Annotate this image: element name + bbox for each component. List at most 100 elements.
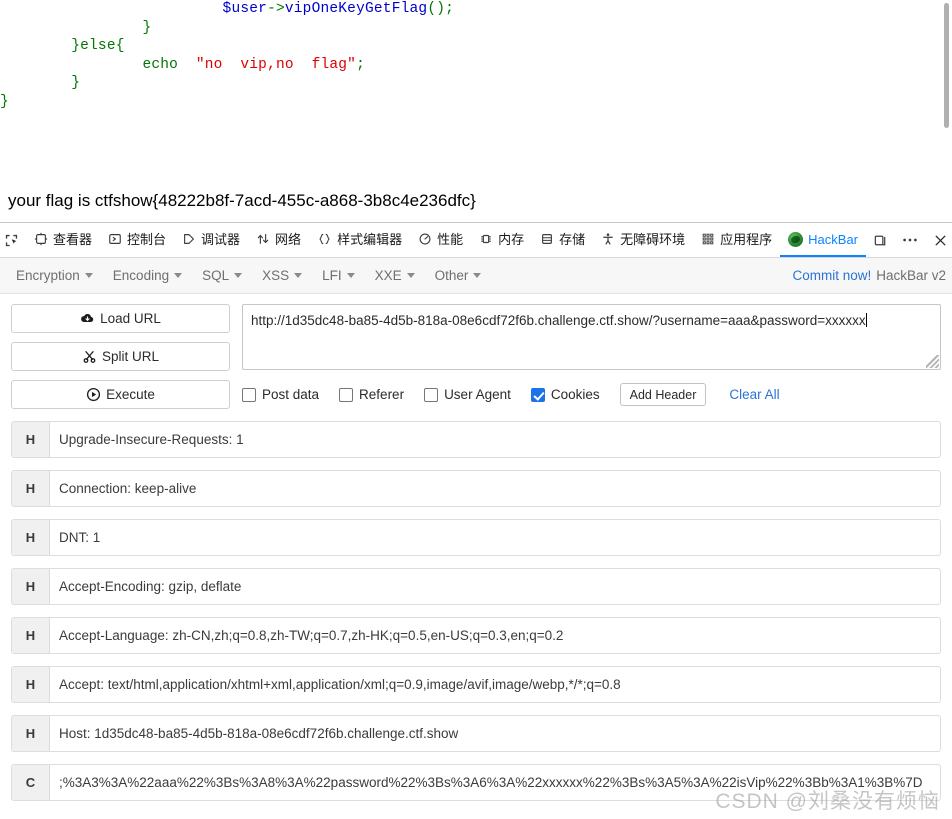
- request-header-row[interactable]: H Connection: keep-alive: [11, 470, 941, 507]
- cookies-checkbox[interactable]: Cookies: [530, 387, 600, 402]
- request-header-input[interactable]: ;%3A3%3A%22aaa%22%3Bs%3A8%3A%22password%…: [50, 765, 940, 800]
- dock-split-button[interactable]: [866, 223, 894, 257]
- menu-encryption-label: Encryption: [16, 268, 80, 283]
- code-line: $user->vipOneKeyGetFlag();: [222, 1, 455, 17]
- hackbar-action-buttons: Load URL Split URL Execute: [11, 304, 230, 409]
- menu-encoding[interactable]: Encoding: [103, 263, 192, 288]
- checkbox-box-icon: [242, 387, 256, 402]
- tab-application-label: 应用程序: [720, 231, 773, 247]
- request-header-input[interactable]: DNT: 1: [50, 520, 940, 555]
- debugger-icon: [182, 232, 196, 246]
- load-url-icon: [80, 312, 95, 325]
- post-data-checkbox[interactable]: Post data: [242, 387, 319, 402]
- tab-debugger[interactable]: 调试器: [174, 223, 248, 257]
- header-type-header-badge: H: [12, 618, 50, 653]
- element-picker-button[interactable]: [0, 223, 19, 257]
- execute-label: Execute: [106, 387, 155, 402]
- inspector-picker-icon: [4, 233, 19, 248]
- referer-checkbox[interactable]: Referer: [339, 387, 404, 402]
- hackbar-body: Load URL Split URL Execute http://1d35dc…: [0, 294, 952, 819]
- menu-encryption[interactable]: Encryption: [6, 263, 103, 288]
- tab-network-label: 网络: [275, 231, 302, 247]
- request-options-row: Post data Referer User Agent Cookies Add…: [242, 383, 941, 406]
- request-header-row[interactable]: H Host: 1d35dc48-ba85-4d5b-818a-08e6cdf72…: [11, 715, 941, 752]
- menu-sql-label: SQL: [202, 268, 230, 283]
- request-header-row[interactable]: H DNT: 1: [11, 519, 941, 556]
- post-data-label: Post data: [262, 387, 320, 402]
- menu-lfi[interactable]: LFI: [312, 263, 365, 288]
- meatball-menu-icon: [902, 237, 918, 243]
- tab-storage[interactable]: 存储: [532, 223, 593, 257]
- menu-xss[interactable]: XSS: [252, 263, 312, 288]
- request-header-row[interactable]: H Accept-Encoding: gzip, deflate: [11, 568, 941, 605]
- menu-xxe[interactable]: XXE: [365, 263, 425, 288]
- checkbox-checked-icon: [530, 387, 545, 402]
- request-header-input[interactable]: Accept-Language: zh-CN,zh;q=0.8,zh-TW;q=…: [50, 618, 940, 653]
- inspector-icon: [34, 232, 48, 246]
- menu-lfi-label: LFI: [322, 268, 342, 283]
- request-header-input[interactable]: Accept-Encoding: gzip, deflate: [50, 569, 940, 604]
- user-agent-checkbox[interactable]: User Agent: [424, 387, 511, 402]
- request-header-input[interactable]: Connection: keep-alive: [50, 471, 940, 506]
- tab-memory[interactable]: 内存: [471, 223, 532, 257]
- request-header-row[interactable]: C ;%3A3%3A%22aaa%22%3Bs%3A8%3A%22password…: [11, 764, 941, 801]
- url-input[interactable]: http://1d35dc48-ba85-4d5b-818a-08e6cdf72…: [242, 304, 941, 370]
- load-url-button[interactable]: Load URL: [11, 304, 230, 333]
- request-header-input[interactable]: Accept: text/html,application/xhtml+xml,…: [50, 667, 940, 702]
- chevron-down-icon: [234, 273, 243, 278]
- code-line: }: [142, 19, 152, 36]
- storage-icon: [540, 232, 554, 246]
- request-header-input[interactable]: Upgrade-Insecure-Requests: 1: [50, 422, 940, 457]
- tab-accessibility[interactable]: 无障碍环境: [593, 223, 693, 257]
- flag-output-text: your flag is ctfshow{48222b8f-7acd-455c-…: [8, 191, 476, 210]
- page-scrollbar[interactable]: [944, 3, 949, 128]
- request-header-row[interactable]: H Accept-Language: zh-CN,zh;q=0.8,zh-TW;q…: [11, 617, 941, 654]
- tab-network[interactable]: 网络: [248, 223, 309, 257]
- menu-xxe-label: XXE: [374, 268, 402, 283]
- code-line: }else{: [71, 38, 125, 54]
- tab-hackbar-label: HackBar: [808, 231, 859, 247]
- menu-sql[interactable]: SQL: [192, 263, 252, 288]
- chevron-down-icon: [84, 273, 93, 278]
- request-header-row[interactable]: H Accept: text/html,application/xhtml+xml…: [11, 666, 941, 703]
- accessibility-icon: [601, 232, 615, 246]
- commit-now-link[interactable]: Commit now!: [792, 268, 871, 283]
- execute-button[interactable]: Execute: [11, 380, 230, 409]
- checkbox-box-icon: [424, 387, 439, 402]
- user-agent-label: User Agent: [444, 387, 511, 402]
- devtools-toolbar-right: [866, 223, 952, 257]
- request-header-row[interactable]: H Upgrade-Insecure-Requests: 1: [11, 421, 941, 458]
- tab-performance-label: 性能: [437, 231, 464, 247]
- tab-inspector-label: 查看器: [53, 231, 93, 247]
- tab-application[interactable]: 应用程序: [693, 223, 780, 257]
- tab-console[interactable]: 控制台: [100, 223, 174, 257]
- header-type-cookie-badge: C: [12, 765, 50, 800]
- rendered-page-area: $user->vipOneKeyGetFlag(); } }else{ echo…: [0, 0, 952, 222]
- load-url-label: Load URL: [100, 311, 161, 326]
- tab-console-label: 控制台: [127, 231, 167, 247]
- code-line: }: [0, 93, 9, 110]
- tab-style-editor[interactable]: 样式编辑器: [309, 223, 410, 257]
- cookies-label: Cookies: [550, 387, 600, 402]
- header-type-header-badge: H: [12, 422, 50, 457]
- hackbar-menubar: Encryption Encoding SQL XSS LFI XXE Othe…: [0, 258, 952, 294]
- tab-performance[interactable]: 性能: [410, 223, 471, 257]
- clear-all-link[interactable]: Clear All: [729, 387, 779, 402]
- more-options-button[interactable]: [896, 223, 924, 257]
- add-header-button[interactable]: Add Header: [619, 383, 707, 406]
- header-type-header-badge: H: [12, 716, 50, 751]
- tab-inspector[interactable]: 查看器: [26, 223, 100, 257]
- chevron-down-icon: [473, 273, 482, 278]
- tab-hackbar[interactable]: HackBar: [780, 223, 867, 257]
- devtools-tab-strip: 查看器 控制台 调试器 网络 样式编辑器 性能 内存 存储 无障碍环境 应用程序…: [0, 223, 952, 258]
- menu-xss-label: XSS: [262, 268, 290, 283]
- chevron-down-icon: [174, 273, 183, 278]
- menu-other[interactable]: Other: [425, 263, 492, 288]
- hackbar-top-section: Load URL Split URL Execute http://1d35dc…: [11, 304, 941, 409]
- tab-debugger-label: 调试器: [201, 231, 241, 247]
- request-headers-list: H Upgrade-Insecure-Requests: 1 H Connection…: [11, 421, 941, 801]
- request-header-input[interactable]: Host: 1d35dc48-ba85-4d5b-818a-08e6cdf72f…: [50, 716, 940, 751]
- split-url-button[interactable]: Split URL: [11, 342, 230, 371]
- close-devtools-button[interactable]: [926, 223, 952, 257]
- header-type-header-badge: H: [12, 471, 50, 506]
